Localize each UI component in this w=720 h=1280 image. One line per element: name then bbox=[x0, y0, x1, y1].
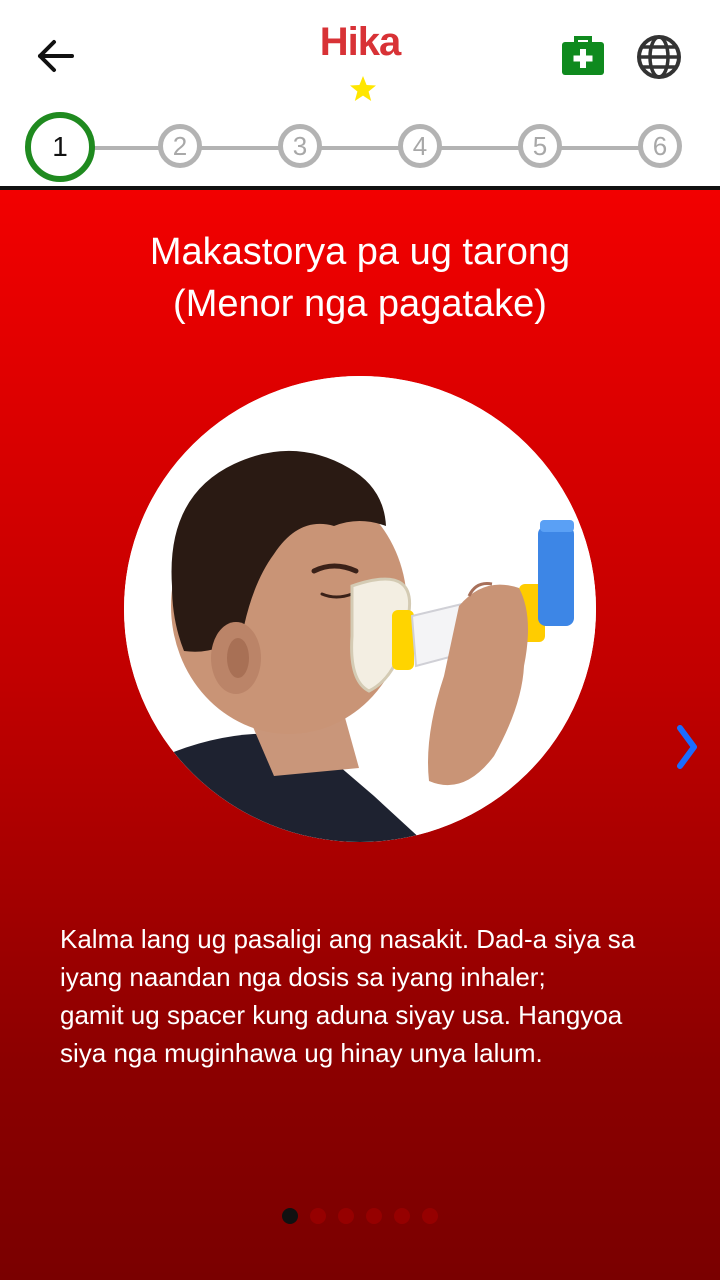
instruction-text: Kalma lang ug pasaligi ang nasakit. Dad-… bbox=[60, 920, 680, 1072]
page-dot-4[interactable] bbox=[366, 1208, 382, 1224]
heading-line-1: Makastorya pa ug tarong bbox=[149, 231, 571, 273]
language-button[interactable] bbox=[636, 34, 682, 80]
step-heading: Makastorya pa ug tarong (Menor nga pagat… bbox=[0, 226, 720, 330]
page-dot-6[interactable] bbox=[422, 1208, 438, 1224]
step-3[interactable]: 3 bbox=[278, 124, 322, 168]
star-icon bbox=[350, 76, 376, 101]
next-arrow-button[interactable] bbox=[674, 724, 700, 770]
chevron-right-icon bbox=[677, 725, 697, 769]
step-6[interactable]: 6 bbox=[638, 124, 682, 168]
step-1[interactable]: 1 bbox=[25, 112, 95, 182]
step-progress: 1 2 3 4 5 6 bbox=[0, 112, 720, 184]
page-indicator bbox=[278, 1206, 442, 1226]
instruction-line-4: siya nga muginhawa ug hinay unya lalum. bbox=[60, 1038, 543, 1068]
step-5[interactable]: 5 bbox=[518, 124, 562, 168]
page-dot-5[interactable] bbox=[394, 1208, 410, 1224]
first-aid-kit-icon bbox=[562, 36, 604, 75]
instruction-line-3: gamit ug spacer kung aduna siyay usa. Ha… bbox=[60, 1000, 623, 1030]
heading-line-2: (Menor nga pagatake) bbox=[173, 283, 547, 325]
page-dot-2[interactable] bbox=[310, 1208, 326, 1224]
globe-icon bbox=[637, 35, 681, 79]
boy-using-inhaler-spacer-image bbox=[124, 376, 596, 842]
instruction-card: Makastorya pa ug tarong (Menor nga pagat… bbox=[0, 190, 720, 1280]
page-dot-1[interactable] bbox=[282, 1208, 298, 1224]
page-title: Hika bbox=[319, 20, 402, 64]
step-4[interactable]: 4 bbox=[398, 124, 442, 168]
step-2[interactable]: 2 bbox=[158, 124, 202, 168]
first-aid-kit-button[interactable] bbox=[561, 36, 605, 76]
step-connector-line bbox=[60, 146, 660, 150]
instruction-line-1: Kalma lang ug pasaligi ang nasakit. Dad-… bbox=[60, 924, 636, 954]
app-header: Hika 1 2 3 4 5 6 bbox=[0, 0, 720, 188]
page-dot-3[interactable] bbox=[338, 1208, 354, 1224]
instruction-line-2: iyang naandan nga dosis sa iyang inhaler… bbox=[60, 962, 546, 992]
